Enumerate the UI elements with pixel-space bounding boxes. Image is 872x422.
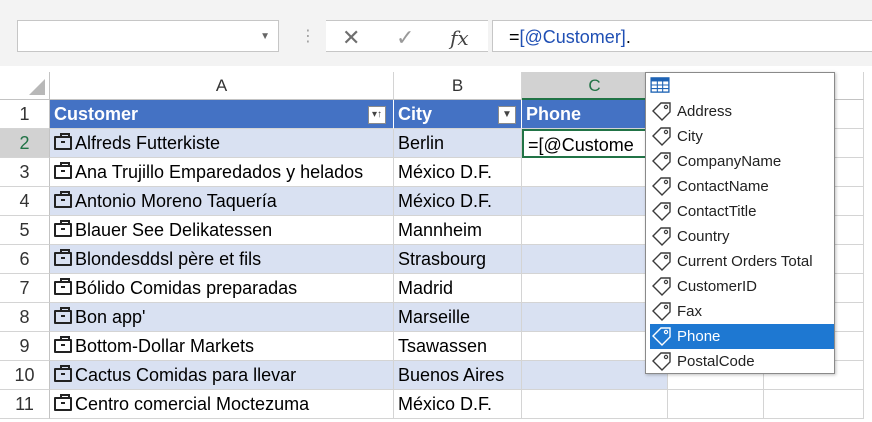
table-row-city[interactable]: Mannheim bbox=[394, 216, 522, 245]
row-header[interactable]: 6 bbox=[0, 245, 50, 274]
autocomplete-item[interactable]: City bbox=[650, 124, 834, 149]
field-tag-icon bbox=[652, 277, 671, 296]
row-header[interactable]: 9 bbox=[0, 332, 50, 361]
briefcase-icon bbox=[54, 278, 72, 295]
cancel-icon[interactable]: ✕ bbox=[342, 25, 360, 51]
autocomplete-item[interactable]: Fax bbox=[650, 299, 834, 324]
table-header-city[interactable]: City ▼ bbox=[394, 100, 522, 129]
field-tag-icon bbox=[652, 102, 671, 121]
field-tag-icon bbox=[652, 327, 671, 346]
table-row-customer[interactable]: Centro comercial Moctezuma bbox=[50, 390, 394, 419]
table-row-city[interactable]: Berlin bbox=[394, 129, 522, 158]
sort-filter-icon[interactable]: ▾↑ bbox=[368, 106, 386, 124]
autocomplete-item[interactable]: Address bbox=[650, 99, 834, 124]
row-header[interactable]: 3 bbox=[0, 158, 50, 187]
row-header[interactable]: 2 bbox=[0, 129, 50, 158]
table-header-customer[interactable]: Customer ▾↑ bbox=[50, 100, 394, 129]
table-row-city[interactable]: Marseille bbox=[394, 303, 522, 332]
briefcase-icon bbox=[54, 394, 72, 411]
row-header[interactable]: 10 bbox=[0, 361, 50, 390]
autocomplete-item[interactable]: ContactName bbox=[650, 174, 834, 199]
autocomplete-item[interactable]: ContactTitle bbox=[650, 199, 834, 224]
row-header[interactable]: 8 bbox=[0, 303, 50, 332]
formula-autocomplete-list[interactable]: Address City CompanyName ContactName Con… bbox=[645, 72, 835, 374]
formula-suffix: . bbox=[625, 27, 631, 47]
field-tag-icon bbox=[652, 302, 671, 321]
table-row-city[interactable]: Madrid bbox=[394, 274, 522, 303]
autocomplete-item[interactable]: CustomerID bbox=[650, 274, 834, 299]
table-row-customer[interactable]: Bon app' bbox=[50, 303, 394, 332]
insert-function-icon[interactable]: fx bbox=[450, 26, 469, 50]
formula-buttons: ✕ ✓ fx bbox=[326, 20, 488, 52]
column-header-a[interactable]: A bbox=[50, 72, 394, 100]
briefcase-icon bbox=[54, 133, 72, 150]
autocomplete-item[interactable]: CompanyName bbox=[650, 149, 834, 174]
table-row-customer[interactable]: Bólido Comidas preparadas bbox=[50, 274, 394, 303]
field-tag-icon bbox=[652, 177, 671, 196]
chevron-down-icon[interactable]: ▼ bbox=[260, 31, 270, 42]
table-row-customer[interactable]: Alfreds Futterkiste bbox=[50, 129, 394, 158]
table-row-customer[interactable]: Antonio Moreno Taquería bbox=[50, 187, 394, 216]
field-tag-icon bbox=[652, 202, 671, 221]
name-box[interactable]: ▼ bbox=[17, 20, 279, 52]
cell[interactable] bbox=[668, 390, 764, 419]
filter-dropdown-icon[interactable]: ▼ bbox=[498, 106, 516, 124]
briefcase-icon bbox=[54, 365, 72, 382]
drag-handle-icon[interactable]: ⋮ bbox=[300, 26, 316, 46]
autocomplete-item[interactable]: Current Orders Total bbox=[650, 249, 834, 274]
table-row-city[interactable]: Strasbourg bbox=[394, 245, 522, 274]
table-row-city[interactable]: Tsawassen bbox=[394, 332, 522, 361]
formula-reference: [@Customer] bbox=[519, 27, 626, 47]
briefcase-icon bbox=[54, 249, 72, 266]
cell[interactable] bbox=[764, 390, 864, 419]
table-row-city[interactable]: Buenos Aires bbox=[394, 361, 522, 390]
row-header[interactable]: 1 bbox=[0, 100, 50, 129]
row-header[interactable]: 5 bbox=[0, 216, 50, 245]
table-icon bbox=[650, 77, 670, 93]
table-row-customer[interactable]: Blauer See Delikatessen bbox=[50, 216, 394, 245]
autocomplete-item[interactable]: PostalCode bbox=[650, 349, 834, 374]
field-tag-icon bbox=[652, 227, 671, 246]
briefcase-icon bbox=[54, 307, 72, 324]
table-row-city[interactable]: México D.F. bbox=[394, 187, 522, 216]
table-row-customer[interactable]: Ana Trujillo Emparedados y helados bbox=[50, 158, 394, 187]
briefcase-icon bbox=[54, 220, 72, 237]
table-row-phone[interactable] bbox=[522, 390, 668, 419]
field-tag-icon bbox=[652, 252, 671, 271]
table-row-city[interactable]: México D.F. bbox=[394, 390, 522, 419]
formula-prefix: = bbox=[509, 27, 520, 47]
formula-input[interactable]: =[@Customer]. bbox=[492, 20, 872, 52]
table-row-city[interactable]: México D.F. bbox=[394, 158, 522, 187]
column-header-b[interactable]: B bbox=[394, 72, 522, 100]
table-row-customer[interactable]: Cactus Comidas para llevar bbox=[50, 361, 394, 390]
field-tag-icon bbox=[652, 127, 671, 146]
briefcase-icon bbox=[54, 336, 72, 353]
briefcase-icon bbox=[54, 191, 72, 208]
row-header[interactable]: 7 bbox=[0, 274, 50, 303]
autocomplete-item[interactable]: Country bbox=[650, 224, 834, 249]
enter-icon[interactable]: ✓ bbox=[396, 25, 414, 51]
row-header[interactable]: 4 bbox=[0, 187, 50, 216]
select-all-corner[interactable] bbox=[0, 72, 50, 100]
table-row-customer[interactable]: Bottom-Dollar Markets bbox=[50, 332, 394, 361]
table-row-customer[interactable]: Blondesddsl père et fils bbox=[50, 245, 394, 274]
field-tag-icon bbox=[652, 352, 671, 371]
briefcase-icon bbox=[54, 162, 72, 179]
field-tag-icon bbox=[652, 152, 671, 171]
row-header[interactable]: 11 bbox=[0, 390, 50, 419]
autocomplete-item[interactable]: Phone bbox=[650, 324, 834, 349]
